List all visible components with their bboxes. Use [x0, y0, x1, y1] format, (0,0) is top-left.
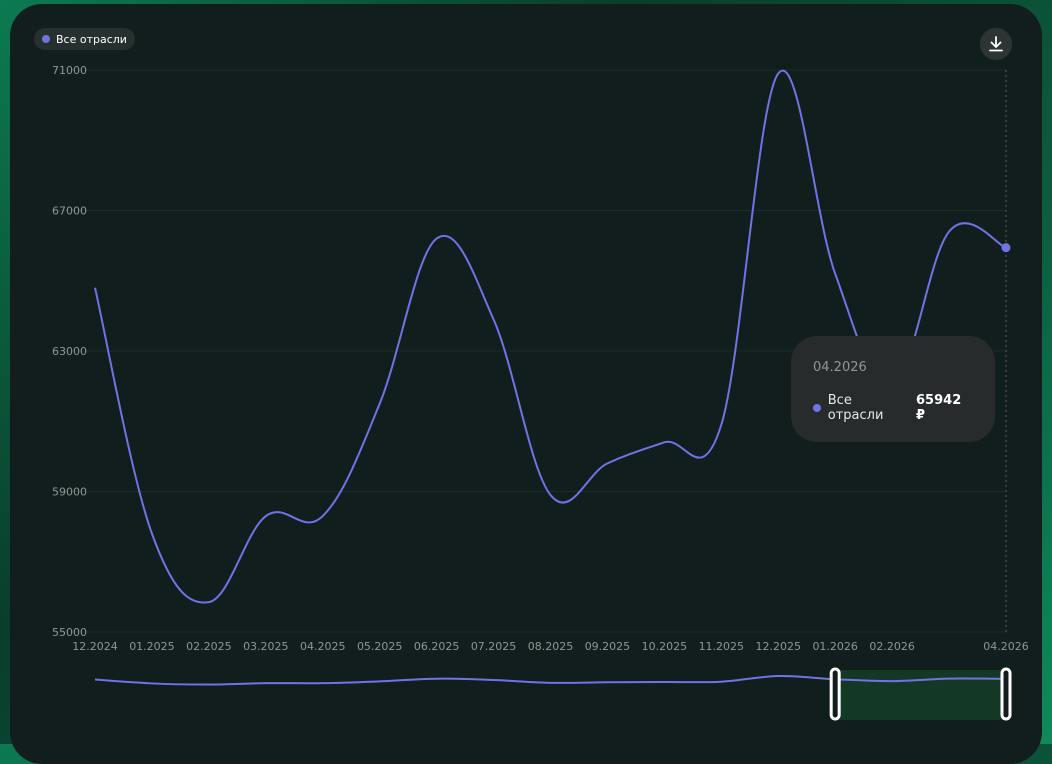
chart-card: Все отрасли 55000 59000 63000 67000 71000 12…	[10, 4, 1042, 764]
x-tick-label: 08.2025	[528, 640, 574, 653]
x-tick-label: 10.2025	[642, 640, 688, 653]
hover-point	[1001, 243, 1011, 253]
x-tick-label: 11.2025	[699, 640, 745, 653]
y-axis: 55000 59000 63000 67000 71000	[52, 64, 87, 639]
x-tick-label: 03.2025	[243, 640, 289, 653]
y-tick-label: 63000	[52, 345, 87, 358]
tooltip-date: 04.2026	[813, 360, 867, 375]
navigator-selection[interactable]	[835, 670, 1006, 720]
x-tick-label: 01.2026	[812, 640, 858, 653]
x-tick-label: 09.2025	[585, 640, 631, 653]
x-tick-label: 04.2025	[300, 640, 346, 653]
tooltip-series-name: Все отрасли	[827, 393, 884, 423]
x-tick-label: 01.2025	[129, 640, 175, 653]
x-tick-label: 07.2025	[471, 640, 517, 653]
tooltip-value: 65942 ₽	[916, 393, 962, 423]
y-tick-label: 67000	[52, 205, 87, 218]
x-tick-label: 04.2026	[983, 640, 1029, 653]
x-tick-label: 05.2025	[357, 640, 403, 653]
x-axis: 12.2024 01.2025 02.2025 03.2025 04.2025 05.20…	[72, 640, 1029, 653]
tooltip-row: Все отрасли 65942 ₽	[813, 393, 973, 423]
navigator-handle-right[interactable]	[1000, 667, 1012, 721]
navigator-handle-left[interactable]	[829, 667, 841, 721]
range-navigator	[94, 667, 1012, 721]
x-tick-label: 02.2026	[869, 640, 915, 653]
y-tick-label: 71000	[52, 64, 87, 77]
x-tick-label: 12.2025	[756, 640, 802, 653]
tooltip: 04.2026 Все отрасли 65942 ₽	[791, 336, 995, 442]
tooltip-series-marker	[813, 404, 821, 412]
x-tick-label: 02.2025	[186, 640, 232, 653]
x-tick-label: 06.2025	[414, 640, 460, 653]
x-tick-label: 12.2024	[72, 640, 118, 653]
y-tick-label: 59000	[52, 486, 87, 499]
y-tick-label: 55000	[52, 626, 87, 639]
